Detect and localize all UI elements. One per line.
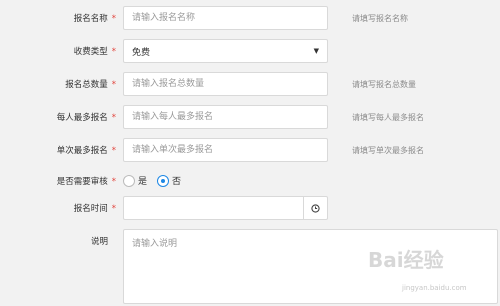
review-option-yes[interactable]: 是 [123, 174, 147, 187]
caret-down-icon: ▼ [313, 47, 319, 55]
radio-unchecked-icon[interactable] [123, 174, 135, 187]
total-label: 报名总数量 * [65, 80, 116, 90]
time-input[interactable] [124, 197, 303, 219]
required-mark: * [111, 204, 116, 214]
form-row-total: 报名总数量* 请填写报名总数量 [0, 72, 500, 96]
radio-checked-icon[interactable] [157, 174, 170, 187]
per-time-label: 单次最多报名 * [56, 146, 116, 156]
per-time-input[interactable] [123, 138, 328, 162]
fee-type-label: 收费类型 * [73, 47, 116, 57]
time-picker-button[interactable] [303, 197, 327, 219]
required-mark: * [111, 177, 116, 187]
form-row-per-time: 单次最多报名* 请填写单次最多报名 [0, 138, 500, 162]
required-mark: * [111, 113, 116, 123]
per-person-input[interactable] [123, 105, 328, 129]
required-mark: * [111, 47, 116, 57]
form-row-time: 报名时间 * [0, 196, 500, 220]
fee-type-value: 免费 [132, 47, 151, 58]
form-row-fee-type: 收费类型 * 免费 ▼ [0, 39, 500, 63]
review-radio-group: 是 否 [123, 174, 187, 187]
name-hint: 请填写报名名称 [352, 14, 408, 23]
time-picker [123, 196, 328, 220]
fee-type-select[interactable]: 免费 ▼ [123, 39, 328, 63]
per-time-hint: 请填写单次最多报名 [352, 146, 424, 155]
name-label: 报名名称 * [73, 14, 116, 24]
review-option-no[interactable]: 否 [157, 174, 181, 187]
total-input[interactable] [123, 72, 328, 96]
required-mark: * [111, 80, 116, 90]
time-label: 报名时间 * [73, 204, 116, 214]
description-label: 说明 [90, 237, 108, 247]
clock-icon [311, 203, 320, 213]
per-person-hint: 请填写每人最多报名 [352, 113, 424, 122]
watermark-url: jingyan.baidu.com [402, 284, 467, 292]
form-row-name: 报名名称* 请填写报名名称 [0, 6, 500, 30]
name-input[interactable] [123, 6, 328, 30]
baidu-watermark: Bai经验 [368, 244, 444, 273]
required-mark: * [111, 14, 116, 24]
form-row-review: 是否需要审核 * 是 否 [0, 173, 500, 189]
review-label: 是否需要审核 * [56, 177, 116, 187]
per-person-label: 每人最多报名 * [56, 113, 116, 123]
watermark-logo: Bai经验 [368, 248, 444, 272]
total-hint: 请填写报名总数量 [352, 80, 416, 89]
required-mark: * [111, 146, 116, 156]
form-row-per-person: 每人最多报名* 请填写每人最多报名 [0, 105, 500, 129]
